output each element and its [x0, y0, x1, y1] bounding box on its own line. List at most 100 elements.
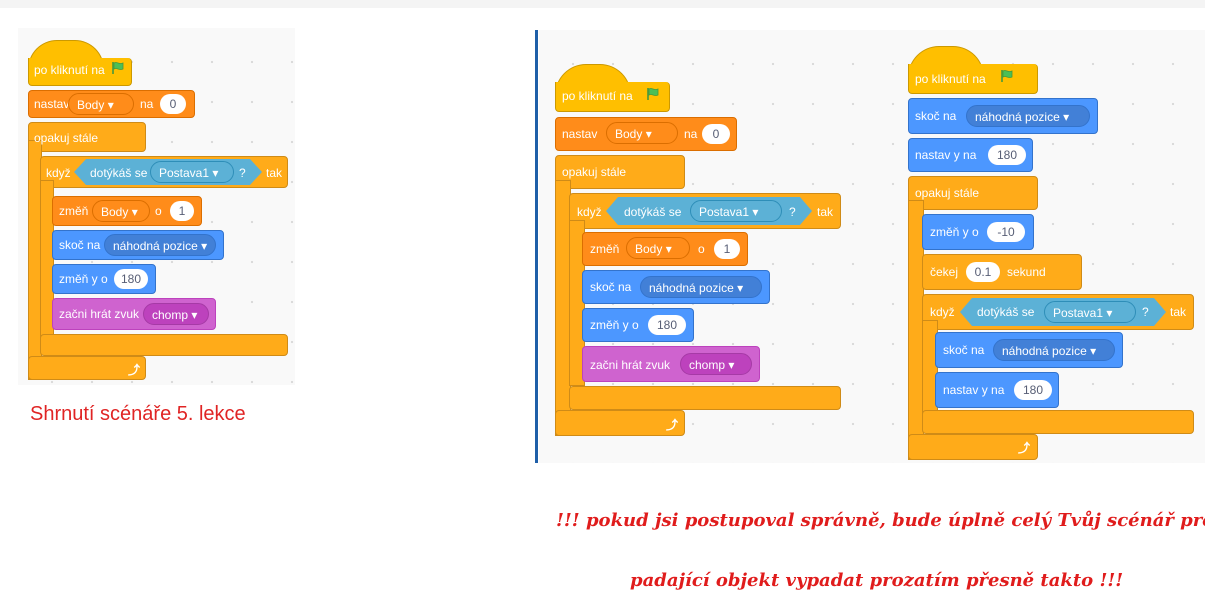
- set-value-input[interactable]: 0: [160, 94, 186, 114]
- green-flag-icon: [1001, 70, 1013, 82]
- touching-q: ?: [1142, 305, 1149, 319]
- triangle-down-icon: ▾: [737, 281, 744, 295]
- start-sound-label: začni hrát zvuk: [590, 358, 671, 372]
- then-label: tak: [817, 205, 834, 219]
- triangle-down-icon: ▾: [728, 358, 735, 372]
- loop-arrow-icon: ⤴: [666, 418, 679, 432]
- set-y-input[interactable]: 180: [988, 145, 1026, 165]
- variable-dropdown[interactable]: Body ▾: [92, 200, 150, 222]
- set-to-label: na: [140, 97, 154, 111]
- when-flag-label: po kliknutí na: [34, 63, 105, 77]
- variable-name: Body: [77, 98, 105, 112]
- green-flag-icon: [647, 88, 659, 100]
- triangle-down-icon: ▾: [1090, 344, 1097, 358]
- goto-target: náhodná pozice: [649, 281, 734, 295]
- change-by-label: o: [698, 242, 705, 256]
- divider-line: [535, 30, 538, 463]
- goto-target-dropdown[interactable]: náhodná pozice ▾: [966, 105, 1090, 127]
- set-to-label: na: [684, 127, 698, 141]
- change-y-label: změň y o: [59, 272, 108, 286]
- start-sound-label: začni hrát zvuk: [59, 307, 140, 321]
- then-label: tak: [266, 166, 283, 180]
- lesson-summary-caption: Shrnutí scénáře 5. lekce: [30, 403, 246, 425]
- triangle-down-icon: ▾: [212, 166, 219, 180]
- set-y-label: nastav y na: [915, 148, 977, 162]
- goto-target: náhodná pozice: [975, 110, 1060, 124]
- change-y-label: změň y o: [930, 225, 979, 239]
- triangle-down-icon: ▾: [645, 127, 652, 141]
- wait-input[interactable]: 0.1: [966, 262, 1000, 282]
- variable-dropdown[interactable]: Body ▾: [626, 237, 690, 259]
- change-by-label: o: [155, 204, 162, 218]
- touch-target: Postava1: [159, 166, 210, 180]
- triangle-down-icon: ▾: [752, 205, 759, 219]
- then-label: tak: [1170, 305, 1187, 319]
- goto-target: náhodná pozice: [1002, 344, 1087, 358]
- touching-label: dotýkáš se: [977, 305, 1035, 319]
- variable-dropdown[interactable]: Body ▾: [606, 122, 678, 144]
- change-y-input[interactable]: -10: [987, 222, 1025, 242]
- touch-target-dropdown[interactable]: Postava1 ▾: [690, 200, 782, 222]
- goto-label: skoč na: [590, 280, 632, 294]
- green-flag-icon: [112, 62, 124, 74]
- change-label: změň: [590, 242, 620, 256]
- touching-label: dotýkáš se: [624, 205, 682, 219]
- if-label: když: [930, 305, 955, 319]
- top-band: [0, 0, 1205, 8]
- if-label: když: [577, 205, 602, 219]
- touching-label: dotýkáš se: [90, 166, 148, 180]
- loop-arrow-icon: ⤴: [128, 363, 141, 377]
- touch-target: Postava1: [1053, 306, 1104, 320]
- triangle-down-icon: ▾: [1106, 306, 1113, 320]
- set-value-input[interactable]: 0: [702, 124, 730, 144]
- if-block-bottom: [569, 386, 841, 410]
- touch-target-dropdown[interactable]: Postava1 ▾: [1044, 301, 1136, 323]
- sound-dropdown[interactable]: chomp ▾: [680, 353, 752, 375]
- touching-q: ?: [239, 166, 246, 180]
- change-y-input[interactable]: 180: [114, 269, 148, 289]
- set-y-input[interactable]: 180: [1014, 380, 1052, 400]
- if-block-bottom: [40, 334, 288, 356]
- variable-name: Body: [615, 127, 643, 141]
- set-label: nastav: [562, 127, 598, 141]
- forever-label: opakuj stále: [562, 165, 627, 179]
- when-flag-label: po kliknutí na: [915, 72, 986, 86]
- triangle-down-icon: ▾: [1063, 110, 1070, 124]
- change-value-input[interactable]: 1: [714, 239, 740, 259]
- loop-arrow-icon: ⤴: [1018, 441, 1031, 455]
- instruction-note-line2: padající objekt vypadat prozatím přesně …: [630, 570, 1124, 591]
- goto-target-dropdown[interactable]: náhodná pozice ▾: [104, 234, 216, 256]
- triangle-down-icon: ▾: [131, 205, 138, 219]
- triangle-down-icon: ▾: [201, 239, 208, 253]
- set-label: nastav: [34, 97, 70, 111]
- when-flag-label: po kliknutí na: [562, 89, 633, 103]
- triangle-down-icon: ▾: [191, 308, 198, 322]
- set-y-label: nastav y na: [943, 383, 1005, 397]
- sound-name: chomp: [152, 308, 189, 322]
- goto-target-dropdown[interactable]: náhodná pozice ▾: [993, 339, 1115, 361]
- sound-name: chomp: [689, 358, 726, 372]
- if-label: když: [46, 166, 71, 180]
- sound-dropdown[interactable]: chomp ▾: [143, 303, 209, 325]
- if-block-bottom: [922, 410, 1194, 434]
- goto-label: skoč na: [943, 343, 985, 357]
- change-y-label: změň y o: [590, 318, 639, 332]
- variable-dropdown[interactable]: Body ▾: [68, 93, 134, 115]
- variable-name: Body: [101, 205, 129, 219]
- goto-label: skoč na: [915, 109, 957, 123]
- wait-unit: sekund: [1007, 265, 1046, 279]
- forever-label: opakuj stále: [34, 131, 99, 145]
- goto-label: skoč na: [59, 238, 101, 252]
- change-y-input[interactable]: 180: [648, 315, 686, 335]
- triangle-down-icon: ▾: [107, 98, 114, 112]
- touch-target: Postava1: [699, 205, 750, 219]
- touching-q: ?: [789, 205, 796, 219]
- instruction-note-line1: !!! pokud jsi postupoval správně, bude ú…: [556, 510, 1205, 531]
- change-value-input[interactable]: 1: [170, 201, 194, 221]
- change-label: změň: [59, 204, 89, 218]
- goto-target-dropdown[interactable]: náhodná pozice ▾: [640, 276, 762, 298]
- triangle-down-icon: ▾: [665, 242, 672, 256]
- variable-name: Body: [635, 242, 663, 256]
- touch-target-dropdown[interactable]: Postava1 ▾: [150, 161, 234, 183]
- goto-target: náhodná pozice: [113, 239, 198, 253]
